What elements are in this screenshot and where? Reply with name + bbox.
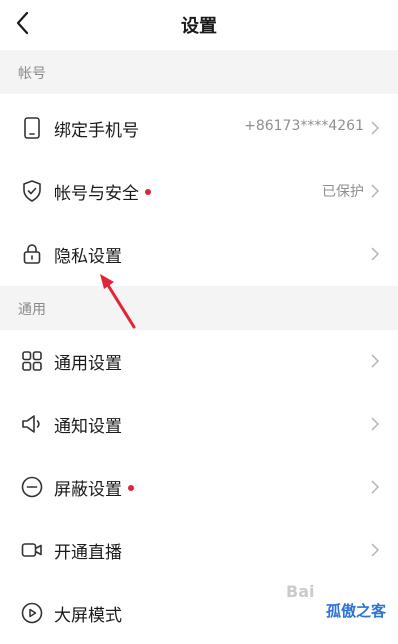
chevron-right-icon (371, 480, 380, 494)
row-label: 屏蔽设置 (54, 475, 134, 500)
annotation-arrow-icon (100, 274, 136, 329)
row-label: 帐号与安全 (54, 179, 151, 204)
chevron-right-icon (371, 247, 380, 261)
row-label: 大屏模式 (54, 606, 122, 626)
chevron-right-icon (371, 543, 380, 557)
row-label: 通用设置 (54, 354, 122, 374)
speaker-icon (22, 415, 40, 433)
row-label: 绑定手机号 (54, 121, 139, 141)
phone-icon (24, 117, 40, 139)
watermark: Bai 孤傲之客 (286, 582, 394, 622)
red-dot-badge (128, 485, 134, 491)
row-label: 开通直播 (54, 543, 122, 563)
chevron-right-icon (371, 354, 380, 368)
row-start-live[interactable]: 开通直播 (0, 519, 398, 581)
grid-icon (22, 351, 42, 371)
red-dot-badge (145, 189, 151, 195)
lock-icon (23, 244, 41, 264)
row-account-security[interactable]: 帐号与安全 已保护 (0, 160, 398, 222)
watermark-text: 孤傲之客 (326, 602, 387, 620)
shield-icon (23, 180, 41, 202)
row-block-settings[interactable]: 屏蔽设置 (0, 456, 398, 518)
section-header-general: 通用 (0, 286, 398, 330)
chevron-right-icon (371, 184, 380, 198)
chevron-right-icon (371, 121, 380, 135)
row-label: 隐私设置 (54, 247, 122, 267)
row-bind-phone[interactable]: 绑定手机号 +86173****4261 (0, 97, 398, 159)
page-title: 设置 (181, 16, 217, 37)
section-header-account: 帐号 (0, 50, 398, 94)
row-general-settings[interactable]: 通用设置 (0, 330, 398, 392)
minus-circle-icon (21, 476, 43, 498)
row-notification-settings[interactable]: 通知设置 (0, 393, 398, 455)
top-bar: 设置 (0, 0, 398, 50)
video-camera-icon (21, 543, 42, 557)
row-privacy-settings[interactable]: 隐私设置 (0, 223, 398, 285)
phone-number-value: +86173****4261 (244, 118, 364, 134)
row-label: 通知设置 (54, 417, 122, 437)
chevron-right-icon (371, 417, 380, 431)
security-status-value: 已保护 (322, 184, 364, 200)
play-circle-icon (21, 602, 43, 624)
watermark-brand: Bai (286, 582, 315, 601)
